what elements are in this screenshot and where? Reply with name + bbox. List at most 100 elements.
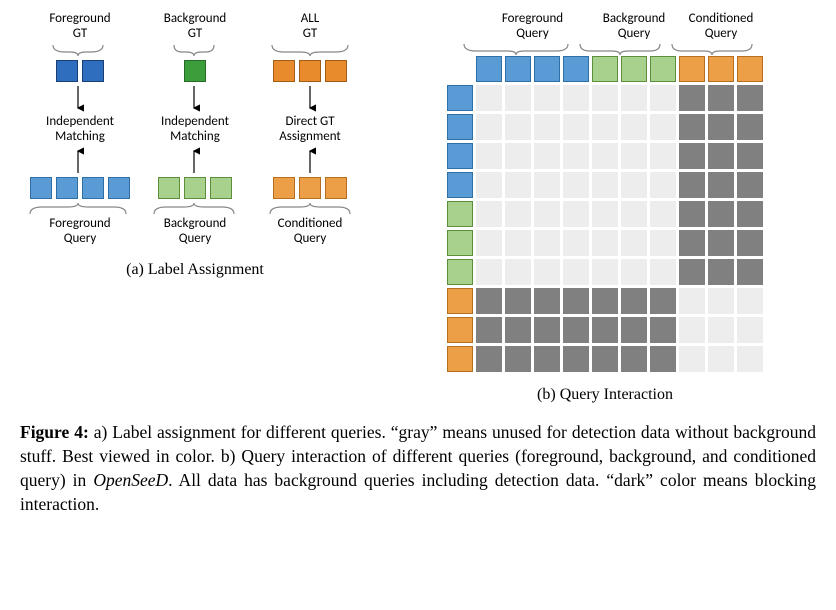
all-gt-box — [299, 60, 321, 82]
grid-cell — [534, 114, 560, 140]
grid-cell — [708, 201, 734, 227]
grid-cell — [650, 230, 676, 256]
fg-query-box — [82, 177, 104, 199]
grid-cell — [563, 143, 589, 169]
row-header-bg — [447, 230, 473, 256]
grid-cell — [737, 114, 763, 140]
grid-cell — [679, 346, 705, 372]
grid-cell — [505, 230, 531, 256]
hdr-fg-q: ForegroundQuery — [20, 217, 140, 247]
match-fg: IndependentMatching — [20, 114, 140, 145]
grid-cell — [505, 259, 531, 285]
grid-cell — [592, 143, 618, 169]
grid-cell — [592, 230, 618, 256]
grid-cell — [679, 114, 705, 140]
grid-cell — [621, 114, 647, 140]
grid-cell — [592, 317, 618, 343]
panel-a-top-headers: ForegroundGT BackgroundGT ALLGT — [20, 12, 370, 42]
grid-cell — [476, 288, 502, 314]
grid-cell — [476, 317, 502, 343]
grid-cell — [621, 288, 647, 314]
grid-cell — [563, 230, 589, 256]
panel-b-top-headers: ForegroundQuery BackgroundQuery Conditio… — [475, 12, 765, 42]
grid-cell — [476, 143, 502, 169]
grid-cell — [534, 317, 560, 343]
grid-cell — [621, 346, 647, 372]
col-header-cond — [737, 56, 763, 82]
grid-cell — [650, 201, 676, 227]
grid-cell — [563, 172, 589, 198]
col-header-fg — [505, 56, 531, 82]
cond-query-box — [325, 177, 347, 199]
grid-cell — [534, 346, 560, 372]
grid-cell — [737, 259, 763, 285]
grid-cell — [592, 114, 618, 140]
grid-cell — [476, 230, 502, 256]
grid-cell — [563, 201, 589, 227]
grid-cell — [708, 346, 734, 372]
hdr-bg-gt: BackgroundGT — [140, 12, 250, 42]
grid-cell — [476, 172, 502, 198]
row-header-bg — [447, 201, 473, 227]
row-header-cond — [447, 317, 473, 343]
panel-a-bottom-headers: ForegroundQuery BackgroundQuery Conditio… — [20, 217, 370, 247]
grid-cell — [679, 172, 705, 198]
grid-cell — [679, 85, 705, 111]
grid-cell — [650, 172, 676, 198]
row-header-fg — [447, 85, 473, 111]
fg-gt-box — [56, 60, 78, 82]
grid-cell — [679, 230, 705, 256]
grid-cell — [505, 114, 531, 140]
panel-b: ForegroundQuery BackgroundQuery Conditio… — [400, 12, 810, 404]
grid-cell — [650, 85, 676, 111]
grid-cell — [534, 85, 560, 111]
grid-cell — [737, 288, 763, 314]
match-bg: IndependentMatching — [140, 114, 250, 145]
grid-cell — [476, 85, 502, 111]
grid-cell — [505, 317, 531, 343]
hdr-b-bg: BackgroundQuery — [591, 12, 678, 42]
panel-a-top-braces — [20, 42, 370, 58]
grid-cell — [650, 259, 676, 285]
grid-cell — [679, 317, 705, 343]
bg-query-box — [158, 177, 180, 199]
grid-cell — [708, 259, 734, 285]
grid-cell — [708, 317, 734, 343]
grid-cell — [737, 172, 763, 198]
grid-cell — [592, 172, 618, 198]
col-header-bg — [592, 56, 618, 82]
grid-cell — [563, 317, 589, 343]
cond-query-box — [273, 177, 295, 199]
grid-cell — [592, 346, 618, 372]
grid-cell — [534, 230, 560, 256]
bg-query-box — [210, 177, 232, 199]
bg-gt-box — [184, 60, 206, 82]
grid-cell — [534, 172, 560, 198]
caption-lead: Figure 4: — [20, 422, 89, 442]
grid-cell — [708, 230, 734, 256]
all-gt-box — [325, 60, 347, 82]
cond-query-box — [299, 177, 321, 199]
hdr-cond-q: ConditionedQuery — [250, 217, 370, 247]
grid-cell — [650, 317, 676, 343]
row-header-bg — [447, 259, 473, 285]
panel-a-bottom-braces — [20, 201, 370, 217]
grid-cell — [505, 346, 531, 372]
col-header-fg — [534, 56, 560, 82]
grid-cell — [621, 85, 647, 111]
grid-cell — [737, 346, 763, 372]
grid-cell — [505, 172, 531, 198]
panel-a-arrows-down — [20, 84, 370, 114]
fg-query-box — [30, 177, 52, 199]
grid-cell — [505, 143, 531, 169]
grid-cell — [505, 288, 531, 314]
panel-a-subcaption: (a) Label Assignment — [126, 261, 264, 279]
hdr-b-cond: ConditionedQuery — [678, 12, 765, 42]
grid-cell — [505, 85, 531, 111]
grid-cell — [476, 346, 502, 372]
grid-cell — [563, 259, 589, 285]
all-gt-box — [273, 60, 295, 82]
panel-a-query-row — [20, 175, 370, 201]
hdr-bg-q: BackgroundQuery — [140, 217, 250, 247]
grid-cell — [592, 201, 618, 227]
